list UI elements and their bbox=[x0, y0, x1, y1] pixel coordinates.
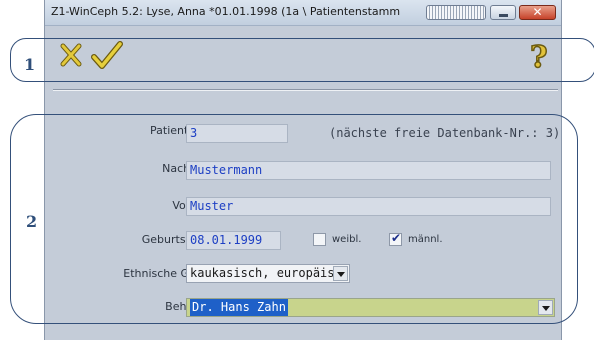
callout-number-1: 1 bbox=[24, 55, 36, 74]
callout-frame-form bbox=[10, 114, 578, 324]
close-button[interactable]: ✕ bbox=[519, 5, 556, 20]
title-bar[interactable]: Z1-WinCeph 5.2: Lyse, Anna *01.01.1998 (… bbox=[45, 0, 561, 26]
minimize-button[interactable] bbox=[490, 5, 516, 20]
window-title: Z1-WinCeph 5.2: Lyse, Anna *01.01.1998 (… bbox=[51, 5, 401, 18]
toolbar-separator bbox=[53, 89, 558, 91]
callout-frame-toolbar bbox=[10, 38, 594, 82]
titlebar-grip[interactable] bbox=[426, 5, 486, 20]
callout-number-2: 2 bbox=[26, 212, 38, 231]
